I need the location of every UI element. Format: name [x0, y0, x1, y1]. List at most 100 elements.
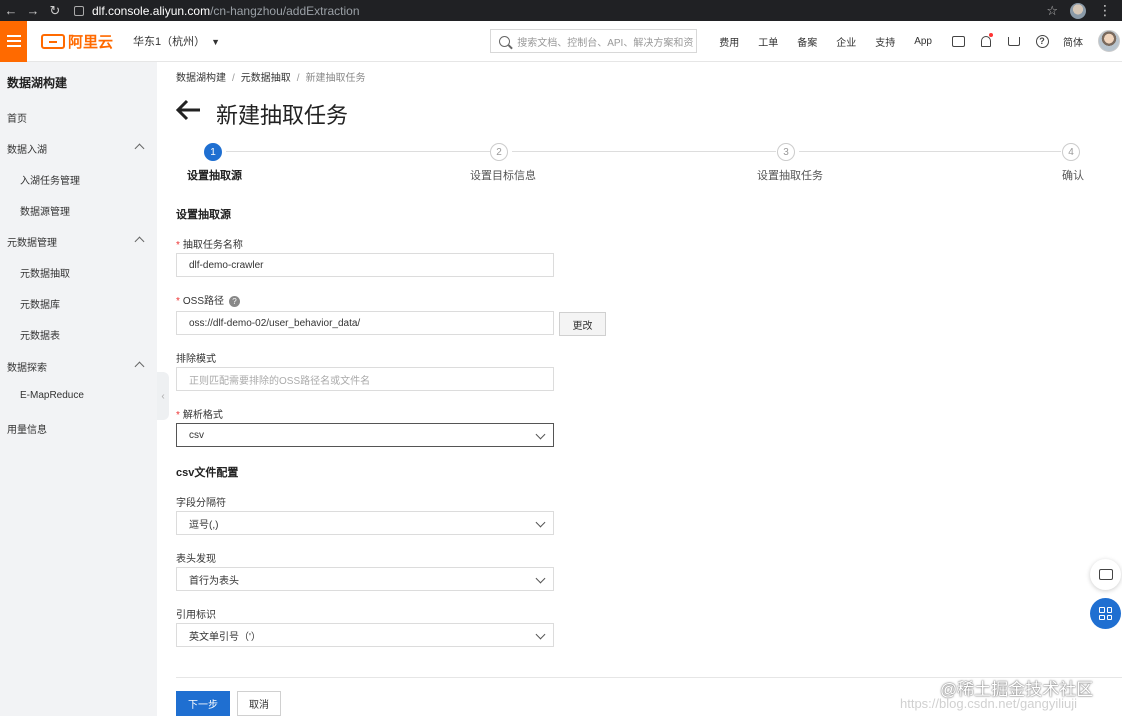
exclude-pattern-input[interactable]: 正则匹配需要排除的OSS路径名或文件名 [176, 367, 554, 391]
top-link-enterprise[interactable]: 企业 [836, 34, 856, 49]
chevron-down-icon [535, 517, 546, 528]
exclude-pattern-label: 排除模式 [176, 354, 216, 365]
parse-format-select[interactable]: csv [176, 423, 554, 447]
required-marker: * [176, 410, 180, 421]
step-1-indicator: 1 [204, 143, 222, 161]
address-bar[interactable]: dlf.console.aliyun.com/cn-hangzhou/addEx… [74, 4, 360, 18]
top-link-support[interactable]: 支持 [875, 34, 895, 49]
sidebar-item-datasource[interactable]: 数据源管理 [20, 203, 70, 218]
chevron-up-icon[interactable] [134, 236, 145, 247]
step-connector [226, 151, 490, 152]
oss-path-input[interactable]: oss://dlf-demo-02/user_behavior_data/ [176, 311, 554, 335]
breadcrumb: 数据湖构建 / 元数据抽取 / 新建抽取任务 [176, 73, 366, 84]
sidebar-item-usage[interactable]: 用量信息 [7, 421, 47, 436]
cancel-button[interactable]: 取消 [237, 691, 281, 716]
chevron-left-icon: ‹ [161, 390, 165, 402]
aliyun-logo[interactable]: 阿里云 [41, 31, 113, 52]
header-detect-label: 表头发现 [176, 554, 216, 565]
browser-bar: ← → ↻ dlf.console.aliyun.com/cn-hangzhou… [0, 0, 1122, 21]
top-link-icp[interactable]: 备案 [797, 34, 817, 49]
caret-down-icon: ▼ [211, 37, 221, 47]
chevron-down-icon [535, 629, 546, 640]
chevron-down-icon [535, 573, 546, 584]
parse-format-label: * 解析格式 [176, 406, 223, 421]
required-marker: * [176, 240, 180, 251]
chevron-up-icon[interactable] [134, 361, 145, 372]
delimiter-label: 字段分隔符 [176, 498, 226, 509]
section-title-source: 设置抽取源 [176, 209, 231, 221]
chevron-up-icon[interactable] [134, 143, 145, 154]
hamburger-menu-icon[interactable] [0, 20, 27, 62]
sidebar-item-metadata-extraction[interactable]: 元数据抽取 [20, 265, 70, 280]
step-4-indicator: 4 [1062, 143, 1080, 161]
sidebar-item-metadata-db[interactable]: 元数据库 [20, 296, 60, 311]
quote-char-select[interactable]: 英文单引号（'） [176, 623, 554, 647]
oss-path-label-text: OSS路径 [182, 296, 225, 307]
sidebar-item-home[interactable]: 首页 [7, 110, 27, 125]
next-step-button[interactable]: 下一步 [176, 691, 230, 716]
logo-text: 阿里云 [68, 33, 114, 51]
sidebar-group-metadata[interactable]: 元数据管理 [7, 234, 57, 249]
apps-grid-button[interactable] [1090, 598, 1121, 629]
region-selector[interactable]: 华东1（杭州） ▼ [133, 33, 220, 49]
top-link-tickets[interactable]: 工单 [758, 34, 778, 49]
help-icon[interactable]: ? [1035, 34, 1049, 48]
cart-icon[interactable] [1007, 34, 1021, 48]
back-arrow-icon[interactable] [175, 98, 201, 122]
header-detect-select[interactable]: 首行为表头 [176, 567, 554, 591]
step-3-label: 设置抽取任务 [757, 170, 823, 182]
chat-icon [1098, 569, 1113, 580]
parse-format-label-text: 解析格式 [182, 410, 223, 421]
delimiter-value: 逗号(,) [189, 519, 219, 531]
step-1-label: 设置抽取源 [187, 170, 242, 182]
back-nav-icon[interactable]: ← [0, 3, 22, 18]
user-avatar[interactable] [1098, 30, 1120, 52]
region-label: 华东1（杭州） [133, 36, 206, 48]
delimiter-select[interactable]: 逗号(,) [176, 511, 554, 535]
notification-dot [989, 33, 993, 37]
grid-icon [1099, 607, 1112, 620]
watermark: @稀土掘金技术社区 [940, 680, 1094, 699]
aliyun-logo-mark-icon [41, 33, 65, 49]
breadcrumb-link-extraction[interactable]: 元数据抽取 [241, 73, 291, 84]
top-header: 阿里云 华东1（杭州） ▼ 搜索文档、控制台、API、解决方案和资 费用 工单 备… [0, 20, 1122, 62]
sidebar-item-emapreduce[interactable]: E-MapReduce [20, 390, 84, 401]
terminal-icon[interactable] [951, 34, 965, 48]
top-link-app[interactable]: App [914, 36, 932, 47]
sidebar-group-explore[interactable]: 数据探索 [7, 359, 47, 374]
browser-menu-icon[interactable]: ⋮ [1098, 2, 1112, 19]
reload-icon[interactable]: ↻ [44, 3, 66, 19]
step-connector [799, 151, 1061, 152]
step-2-indicator: 2 [490, 143, 508, 161]
browser-profile-avatar[interactable] [1070, 2, 1086, 19]
header-detect-value: 首行为表头 [189, 575, 239, 587]
oss-path-label: * OSS路径? [176, 292, 241, 307]
language-switch[interactable]: 简体 [1063, 34, 1083, 49]
question-icon[interactable]: ? [229, 295, 241, 307]
forward-nav-icon[interactable]: → [22, 3, 44, 18]
breadcrumb-current: 新建抽取任务 [305, 73, 366, 84]
global-search-input[interactable]: 搜索文档、控制台、API、解决方案和资 [490, 29, 698, 53]
change-oss-button[interactable]: 更改 [559, 312, 606, 336]
search-placeholder: 搜索文档、控制台、API、解决方案和资 [517, 37, 694, 49]
search-icon [499, 35, 511, 47]
section-title-csv: csv文件配置 [176, 467, 239, 479]
bell-icon[interactable] [979, 33, 993, 48]
page-title: 新建抽取任务 [216, 103, 349, 128]
task-name-input[interactable]: dlf-demo-crawler [176, 253, 554, 277]
sidebar-collapse-handle[interactable]: ‹ [157, 372, 169, 420]
sidebar-group-ingest[interactable]: 数据入湖 [7, 141, 47, 156]
sidebar-title: 数据湖构建 [7, 76, 68, 90]
task-name-label-text: 抽取任务名称 [182, 240, 243, 251]
breadcrumb-link-dlf[interactable]: 数据湖构建 [176, 73, 226, 84]
quote-char-label: 引用标识 [176, 610, 216, 621]
top-link-fees[interactable]: 费用 [719, 34, 739, 49]
feedback-chat-button[interactable] [1090, 559, 1121, 590]
sidebar-item-ingest-tasks[interactable]: 入湖任务管理 [20, 172, 80, 187]
bookmark-star-icon[interactable]: ☆ [1046, 3, 1058, 19]
task-name-label: * 抽取任务名称 [176, 236, 243, 251]
lock-icon [74, 5, 84, 16]
quote-char-value: 英文单引号（'） [189, 631, 261, 643]
sidebar-item-metadata-table[interactable]: 元数据表 [20, 327, 60, 342]
parse-format-value: csv [189, 429, 204, 441]
